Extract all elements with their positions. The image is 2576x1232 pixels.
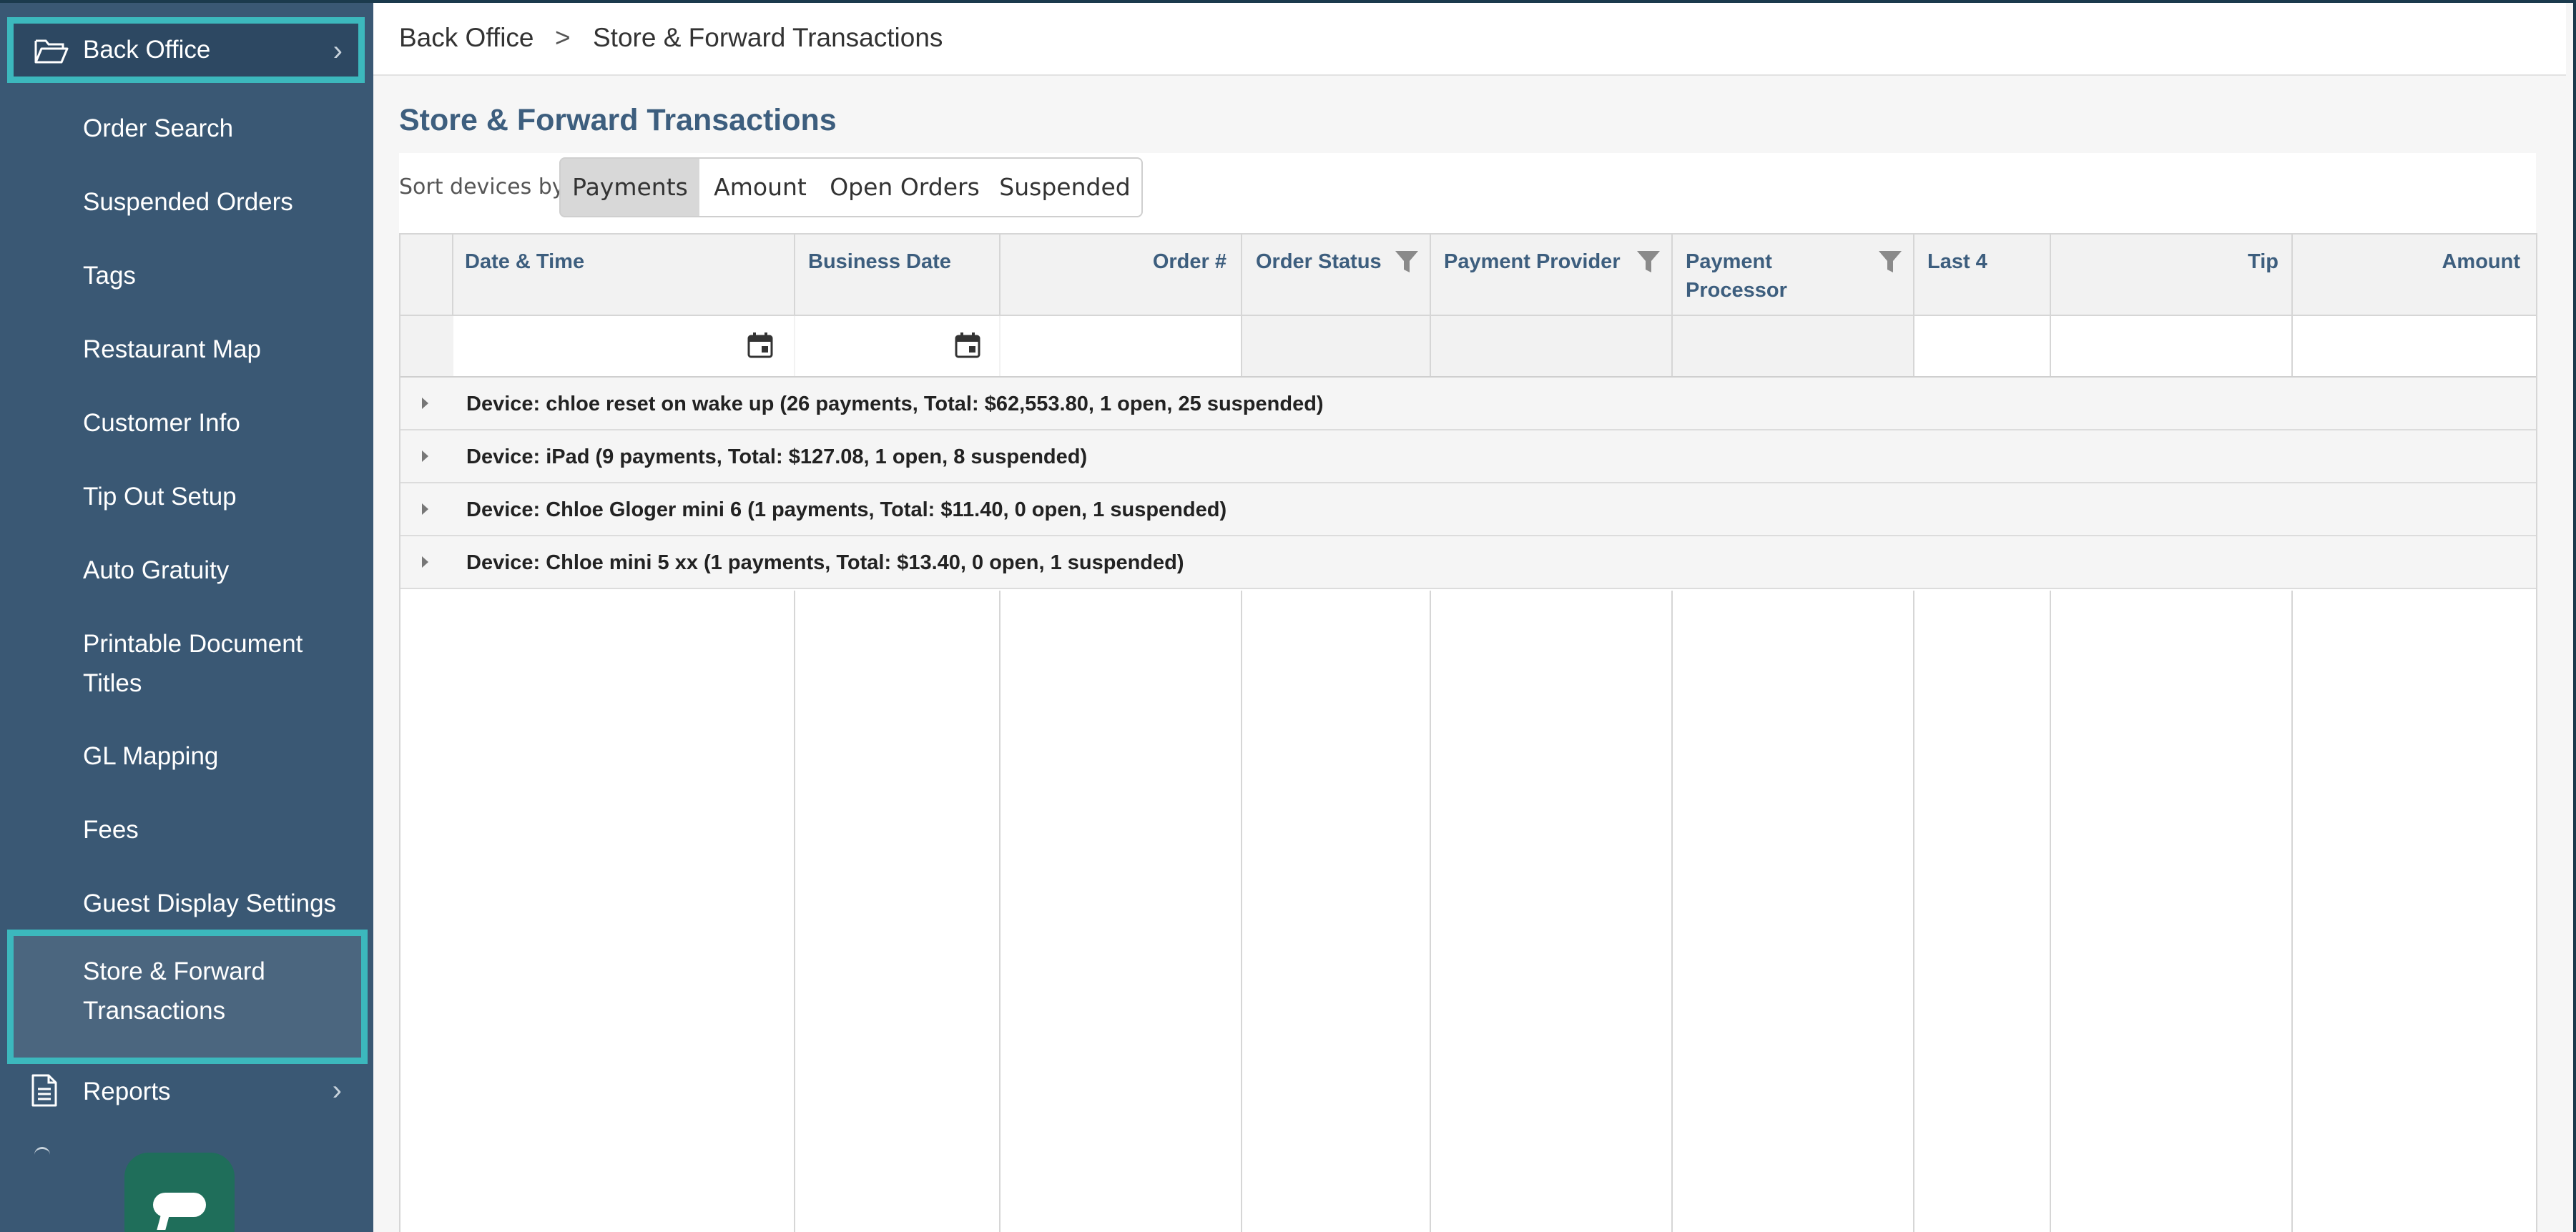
breadcrumb-current: Store & Forward Transactions bbox=[593, 23, 943, 52]
column-header-payment-provider[interactable]: Payment Provider bbox=[1444, 247, 1621, 276]
column-header-last-4[interactable]: Last 4 bbox=[1927, 247, 1987, 276]
column-divider bbox=[2050, 235, 2051, 316]
filter-row bbox=[400, 316, 2536, 378]
sidebar: Back Office › Order Search Suspended Ord… bbox=[0, 3, 373, 1232]
device-group-label: Device: Chloe mini 5 xx (1 payments, Tot… bbox=[466, 551, 1184, 574]
folder-open-icon bbox=[34, 36, 69, 69]
column-divider bbox=[999, 591, 1001, 1232]
sidebar-item-restaurant-map[interactable]: Restaurant Map bbox=[0, 330, 373, 369]
sidebar-item-printable-document-titles[interactable]: Printable Document Titles bbox=[0, 624, 336, 703]
sidebar-item-store-forward-transactions[interactable]: Store & Forward Transactions bbox=[7, 930, 368, 1064]
column-divider bbox=[794, 591, 795, 1232]
sidebar-item-order-search[interactable]: Order Search bbox=[0, 109, 373, 148]
column-divider bbox=[1241, 316, 1242, 376]
column-divider bbox=[2050, 591, 2051, 1232]
filter-icon[interactable] bbox=[1636, 250, 1661, 277]
expand-caret-icon[interactable] bbox=[422, 450, 428, 462]
column-header-business-date[interactable]: Business Date bbox=[808, 247, 951, 276]
sort-option-amount[interactable]: Amount bbox=[699, 157, 822, 217]
main-content: Back Office > Store & Forward Transactio… bbox=[373, 3, 2573, 1232]
breadcrumb-separator: > bbox=[555, 23, 571, 52]
window-frame-right bbox=[2573, 0, 2576, 1232]
sort-label: Sort devices by: bbox=[399, 174, 571, 199]
calendar-icon[interactable] bbox=[747, 332, 774, 363]
last-4-filter-input[interactable] bbox=[1914, 316, 2050, 376]
column-divider bbox=[1430, 316, 1431, 376]
sidebar-item-fees[interactable]: Fees bbox=[0, 810, 373, 849]
device-group-row[interactable]: Device: Chloe mini 5 xx (1 payments, Tot… bbox=[400, 536, 2536, 589]
sidebar-item-guest-display-settings[interactable]: Guest Display Settings bbox=[0, 884, 373, 923]
column-divider bbox=[2050, 316, 2051, 376]
column-divider bbox=[452, 235, 453, 316]
expand-caret-icon[interactable] bbox=[422, 503, 428, 515]
sidebar-item-label: Store & Forward Transactions bbox=[83, 957, 265, 1025]
sidebar-section-label: Reports bbox=[83, 1078, 171, 1105]
column-divider bbox=[2291, 235, 2293, 316]
column-header-order-status[interactable]: Order Status bbox=[1256, 247, 1382, 276]
expand-caret-icon[interactable] bbox=[422, 556, 428, 568]
device-group-row[interactable]: Device: iPad (9 payments, Total: $127.08… bbox=[400, 430, 2536, 483]
sidebar-item-gl-mapping[interactable]: GL Mapping bbox=[0, 736, 373, 776]
column-divider bbox=[999, 235, 1001, 316]
column-header-date-time[interactable]: Date & Time bbox=[465, 247, 584, 276]
column-divider bbox=[1913, 591, 1914, 1232]
sidebar-section-back-office[interactable]: Back Office › bbox=[7, 17, 365, 83]
sort-bar: Sort devices by: Payments Amount Open Or… bbox=[399, 153, 2536, 233]
order-number-filter-input[interactable] bbox=[1001, 316, 1241, 376]
column-header-payment-processor[interactable]: Payment Processor bbox=[1686, 247, 1787, 305]
column-header-amount[interactable]: Amount bbox=[2306, 247, 2520, 276]
device-group-label: Device: Chloe Gloger mini 6 (1 payments,… bbox=[466, 498, 1227, 521]
device-group-label: Device: chloe reset on wake up (26 payme… bbox=[466, 393, 1324, 415]
column-divider bbox=[2291, 316, 2293, 376]
chat-icon-tail bbox=[157, 1216, 169, 1230]
breadcrumb-root[interactable]: Back Office bbox=[399, 21, 534, 54]
date-time-filter-input[interactable] bbox=[453, 316, 794, 376]
chat-support-button[interactable] bbox=[124, 1153, 235, 1232]
sidebar-item-suspended-orders[interactable]: Suspended Orders bbox=[0, 182, 373, 222]
document-icon bbox=[30, 1073, 59, 1111]
calendar-icon[interactable] bbox=[954, 332, 981, 363]
partial-icon bbox=[34, 1147, 50, 1156]
sort-option-open-orders[interactable]: Open Orders bbox=[821, 157, 990, 217]
column-divider bbox=[794, 235, 795, 316]
column-divider bbox=[1671, 316, 1673, 376]
chevron-right-icon: › bbox=[332, 1075, 342, 1106]
column-divider bbox=[1241, 591, 1242, 1232]
column-divider bbox=[1430, 591, 1431, 1232]
column-divider bbox=[1913, 316, 1914, 376]
business-date-filter-input[interactable] bbox=[795, 316, 999, 376]
page-title: Store & Forward Transactions bbox=[399, 103, 837, 137]
chevron-right-icon: › bbox=[333, 35, 343, 66]
chat-icon bbox=[153, 1193, 206, 1217]
sort-option-payments[interactable]: Payments bbox=[559, 157, 701, 217]
column-divider bbox=[1671, 591, 1673, 1232]
amount-filter-input[interactable] bbox=[2293, 316, 2536, 376]
column-header-tip[interactable]: Tip bbox=[2064, 247, 2278, 276]
filter-icon[interactable] bbox=[1878, 250, 1902, 277]
sidebar-item-auto-gratuity[interactable]: Auto Gratuity bbox=[0, 551, 373, 590]
sidebar-item-tip-out-setup[interactable]: Tip Out Setup bbox=[0, 477, 373, 516]
sort-option-suspended[interactable]: Suspended bbox=[988, 157, 1143, 217]
sidebar-item-tags[interactable]: Tags bbox=[0, 256, 373, 295]
device-group-row[interactable]: Device: chloe reset on wake up (26 payme… bbox=[400, 378, 2536, 430]
filter-icon[interactable] bbox=[1395, 250, 1419, 277]
device-group-label: Device: iPad (9 payments, Total: $127.08… bbox=[466, 445, 1088, 468]
expand-caret-icon[interactable] bbox=[422, 398, 428, 409]
sidebar-section-label: Back Office bbox=[83, 36, 211, 64]
transactions-grid: Date & Time Business Date Order # Order … bbox=[399, 233, 2537, 1232]
tip-filter-input[interactable] bbox=[2051, 316, 2291, 376]
sidebar-section-reports[interactable]: Reports › bbox=[0, 1072, 373, 1115]
column-divider bbox=[1241, 235, 1242, 316]
column-divider bbox=[1913, 235, 1914, 316]
column-divider bbox=[1430, 235, 1431, 316]
column-divider bbox=[2291, 591, 2293, 1232]
device-group-row[interactable]: Device: Chloe Gloger mini 6 (1 payments,… bbox=[400, 483, 2536, 536]
top-bar: Back Office > Store & Forward Transactio… bbox=[373, 3, 2566, 76]
column-header-order-number[interactable]: Order # bbox=[1012, 247, 1226, 276]
table-header-row: Date & Time Business Date Order # Order … bbox=[400, 233, 2536, 316]
sidebar-item-customer-info[interactable]: Customer Info bbox=[0, 403, 373, 443]
column-divider bbox=[1671, 235, 1673, 316]
